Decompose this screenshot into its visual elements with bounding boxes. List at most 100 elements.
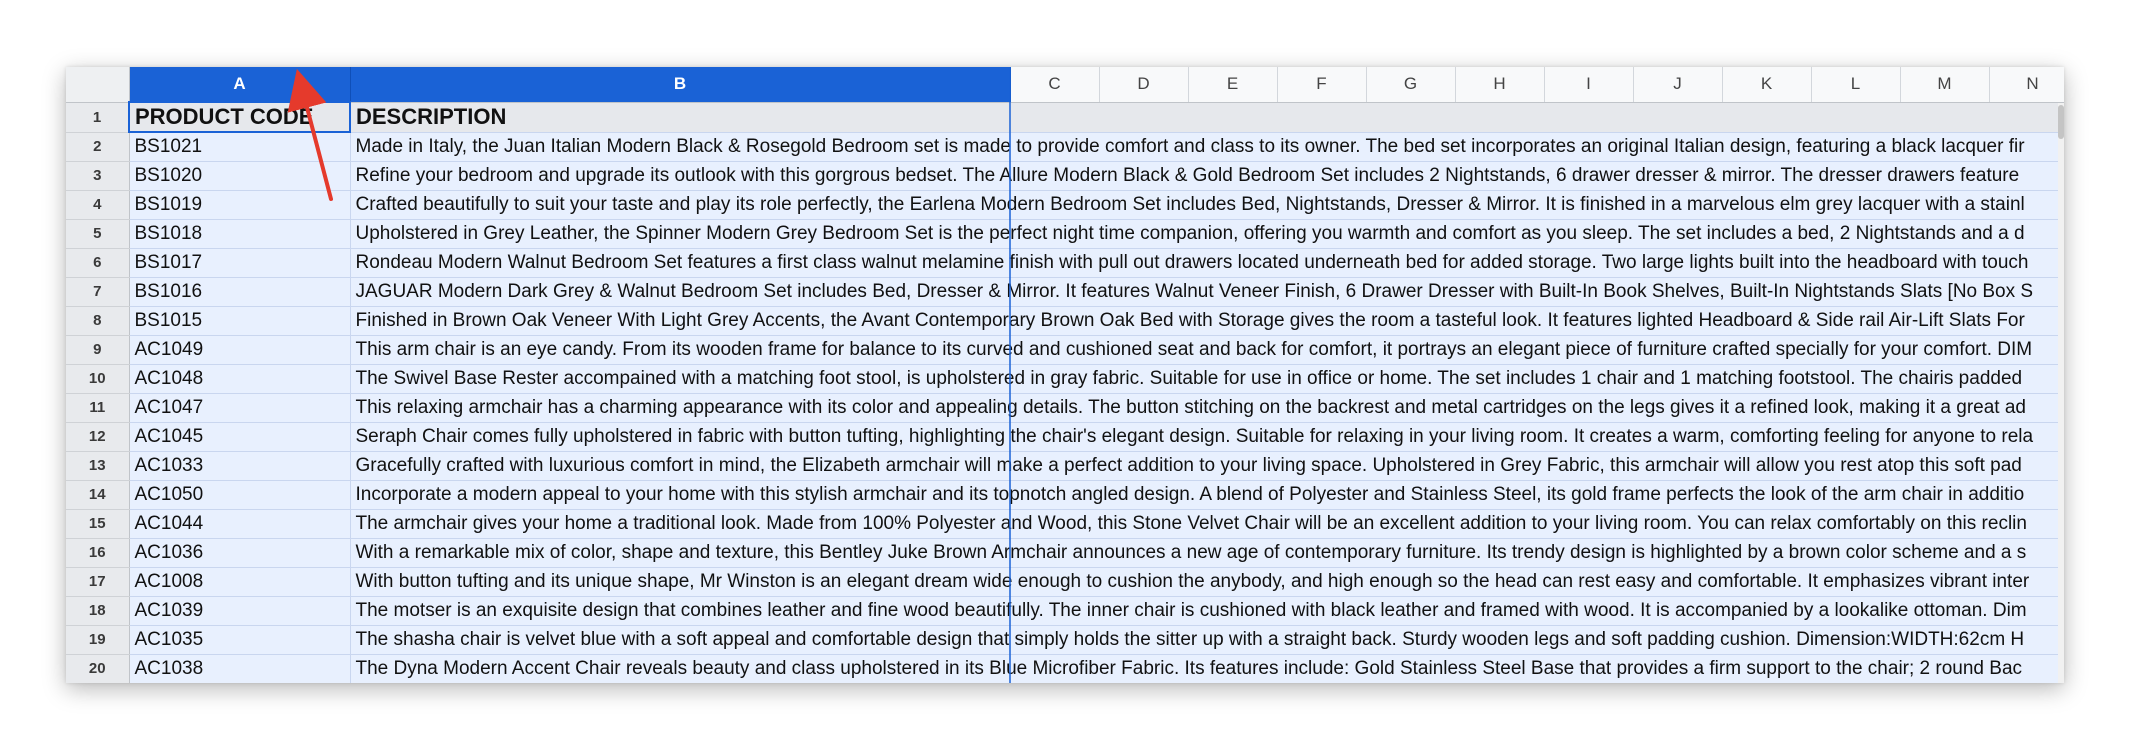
column-header-d[interactable]: D: [1099, 67, 1189, 103]
description-cell[interactable]: Crafted beautifully to suit your taste a…: [350, 190, 2064, 220]
header-cell-description[interactable]: DESCRIPTION: [350, 102, 2064, 133]
description-cell[interactable]: This arm chair is an eye candy. From its…: [350, 335, 2064, 365]
column-header-n[interactable]: N: [1989, 67, 2064, 103]
description-cell[interactable]: This relaxing armchair has a charming ap…: [350, 393, 2064, 423]
description-cell[interactable]: The shasha chair is velvet blue with a s…: [350, 625, 2064, 655]
table-row: 12 AC1045 Seraph Chair comes fully upholst…: [66, 422, 2064, 452]
row-header[interactable]: 13: [66, 451, 130, 481]
row-header[interactable]: 1: [66, 102, 130, 133]
column-header-f[interactable]: F: [1277, 67, 1367, 103]
table-row: 15 AC1044 The armchair gives your home a t…: [66, 509, 2064, 539]
product-code-cell[interactable]: AC1049: [129, 335, 351, 365]
product-code-cell[interactable]: AC1047: [129, 393, 351, 423]
table-row: 1 PRODUCT CODE DESCRIPTION: [66, 101, 2064, 133]
table-row: 6 BS1017 Rondeau Modern Walnut Bedroom Set…: [66, 248, 2064, 278]
column-header-a[interactable]: A: [129, 67, 351, 103]
row-header[interactable]: 10: [66, 364, 130, 394]
table-row: 13 AC1033 Gracefully crafted with luxuriou…: [66, 451, 2064, 481]
column-header-m[interactable]: M: [1900, 67, 1990, 103]
product-code-cell[interactable]: BS1015: [129, 306, 351, 336]
column-header-i[interactable]: I: [1544, 67, 1634, 103]
grid-body: 1 PRODUCT CODE DESCRIPTION 2 BS1021 Made in I…: [66, 101, 2064, 683]
table-row: 11 AC1047 This relaxing armchair has a cha…: [66, 393, 2064, 423]
row-header[interactable]: 8: [66, 306, 130, 336]
row-header[interactable]: 17: [66, 567, 130, 597]
row-header[interactable]: 14: [66, 480, 130, 510]
row-header[interactable]: 6: [66, 248, 130, 278]
column-header-j[interactable]: J: [1633, 67, 1723, 103]
row-header[interactable]: 5: [66, 219, 130, 249]
product-code-cell[interactable]: AC1036: [129, 538, 351, 568]
product-code-cell[interactable]: BS1018: [129, 219, 351, 249]
table-row: 14 AC1050 Incorporate a modern appeal to y…: [66, 480, 2064, 510]
description-cell[interactable]: The Swivel Base Rester accompained with …: [350, 364, 2064, 394]
row-header[interactable]: 19: [66, 625, 130, 655]
table-row: 17 AC1008 With button tufting and its uniq…: [66, 567, 2064, 597]
header-cell-product-code[interactable]: PRODUCT CODE: [128, 101, 351, 133]
description-cell[interactable]: Refine your bedroom and upgrade its outl…: [350, 161, 2064, 191]
sheet-table: ABCDEFGHIJKLMN 1 PRODUCT CODE DESCRIPTION 2…: [66, 67, 2064, 683]
description-cell[interactable]: With a remarkable mix of color, shape an…: [350, 538, 2064, 568]
table-row: 5 BS1018 Upholstered in Grey Leather, the …: [66, 219, 2064, 249]
table-row: 3 BS1020 Refine your bedroom and upgrade i…: [66, 161, 2064, 191]
row-header[interactable]: 11: [66, 393, 130, 423]
row-header[interactable]: 16: [66, 538, 130, 568]
table-row: 7 BS1016 JAGUAR Modern Dark Grey & Walnut …: [66, 277, 2064, 307]
product-code-cell[interactable]: AC1038: [129, 654, 351, 683]
column-header-e[interactable]: E: [1188, 67, 1278, 103]
table-row: 18 AC1039 The motser is an exquisite desig…: [66, 596, 2064, 626]
product-code-cell[interactable]: AC1048: [129, 364, 351, 394]
scrollbar-thumb[interactable]: [2058, 105, 2064, 139]
column-header-c[interactable]: C: [1010, 67, 1100, 103]
description-cell[interactable]: Finished in Brown Oak Veneer With Light …: [350, 306, 2064, 336]
description-cell[interactable]: The Dyna Modern Accent Chair reveals bea…: [350, 654, 2064, 683]
description-cell[interactable]: Made in Italy, the Juan Italian Modern B…: [350, 132, 2064, 162]
product-code-cell[interactable]: AC1033: [129, 451, 351, 481]
product-code-cell[interactable]: AC1008: [129, 567, 351, 597]
column-header-k[interactable]: K: [1722, 67, 1812, 103]
row-header[interactable]: 9: [66, 335, 130, 365]
row-header[interactable]: 4: [66, 190, 130, 220]
description-cell[interactable]: JAGUAR Modern Dark Grey & Walnut Bedroom…: [350, 277, 2064, 307]
table-row: 20 AC1038 The Dyna Modern Accent Chair rev…: [66, 654, 2064, 683]
column-header-g[interactable]: G: [1366, 67, 1456, 103]
table-row: 10 AC1048 The Swivel Base Rester accompain…: [66, 364, 2064, 394]
description-cell[interactable]: The motser is an exquisite design that c…: [350, 596, 2064, 626]
column-header-row: ABCDEFGHIJKLMN: [66, 67, 2064, 103]
row-header[interactable]: 3: [66, 161, 130, 191]
column-header-l[interactable]: L: [1811, 67, 1901, 103]
product-code-cell[interactable]: AC1044: [129, 509, 351, 539]
description-cell[interactable]: Incorporate a modern appeal to your home…: [350, 480, 2064, 510]
table-row: 9 AC1049 This arm chair is an eye candy. F…: [66, 335, 2064, 365]
product-code-cell[interactable]: AC1050: [129, 480, 351, 510]
table-row: 2 BS1021 Made in Italy, the Juan Italian M…: [66, 132, 2064, 162]
product-code-cell[interactable]: BS1019: [129, 190, 351, 220]
table-row: 16 AC1036 With a remarkable mix of color, …: [66, 538, 2064, 568]
table-row: 4 BS1019 Crafted beautifully to suit your …: [66, 190, 2064, 220]
description-cell[interactable]: Seraph Chair comes fully upholstered in …: [350, 422, 2064, 452]
table-row: 19 AC1035 The shasha chair is velvet blue …: [66, 625, 2064, 655]
row-header[interactable]: 20: [66, 654, 130, 683]
row-header[interactable]: 12: [66, 422, 130, 452]
product-code-cell[interactable]: AC1035: [129, 625, 351, 655]
row-header[interactable]: 2: [66, 132, 130, 162]
description-cell[interactable]: Gracefully crafted with luxurious comfor…: [350, 451, 2064, 481]
select-all-corner[interactable]: [66, 67, 130, 103]
product-code-cell[interactable]: BS1017: [129, 248, 351, 278]
product-code-cell[interactable]: BS1016: [129, 277, 351, 307]
product-code-cell[interactable]: BS1021: [129, 132, 351, 162]
description-cell[interactable]: Upholstered in Grey Leather, the Spinner…: [350, 219, 2064, 249]
vertical-scrollbar[interactable]: [2058, 103, 2064, 683]
column-header-h[interactable]: H: [1455, 67, 1545, 103]
description-cell[interactable]: The armchair gives your home a tradition…: [350, 509, 2064, 539]
row-header[interactable]: 15: [66, 509, 130, 539]
table-row: 8 BS1015 Finished in Brown Oak Veneer With…: [66, 306, 2064, 336]
row-header[interactable]: 7: [66, 277, 130, 307]
description-cell[interactable]: Rondeau Modern Walnut Bedroom Set featur…: [350, 248, 2064, 278]
description-cell[interactable]: With button tufting and its unique shape…: [350, 567, 2064, 597]
product-code-cell[interactable]: AC1045: [129, 422, 351, 452]
row-header[interactable]: 18: [66, 596, 130, 626]
column-header-b[interactable]: B: [350, 67, 1011, 103]
product-code-cell[interactable]: BS1020: [129, 161, 351, 191]
product-code-cell[interactable]: AC1039: [129, 596, 351, 626]
